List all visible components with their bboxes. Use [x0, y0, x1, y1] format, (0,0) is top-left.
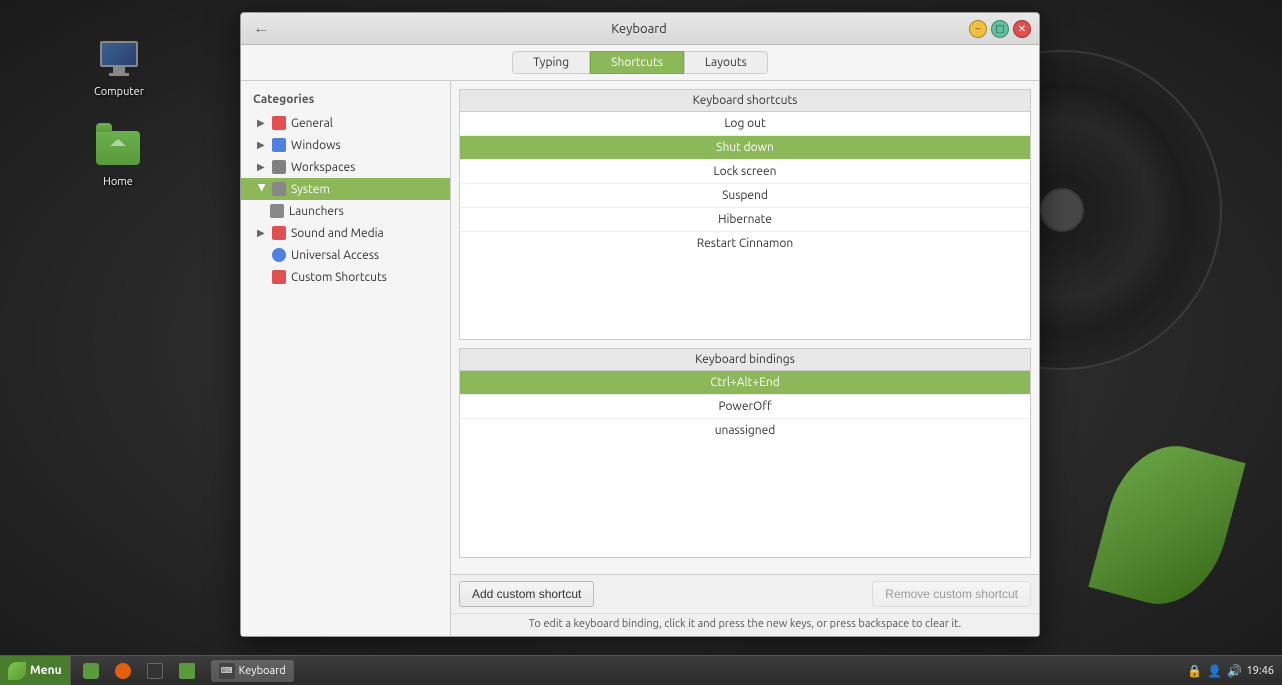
taskbar-filemanager-btn[interactable]	[75, 660, 107, 682]
table-row[interactable]: Ctrl+Alt+End	[460, 371, 1030, 395]
chevron-icon: ▶	[257, 184, 267, 194]
sidebar-item-windows[interactable]: ▶ Windows	[241, 134, 450, 156]
sidebar-item-custom-shortcuts[interactable]: Custom Shortcuts	[241, 266, 450, 288]
windows-icon	[271, 137, 287, 153]
bindings-table-body: Ctrl+Alt+End PowerOff unassigned	[460, 371, 1030, 442]
tables-section: Keyboard shortcuts Log out Shut down Loc…	[451, 81, 1039, 574]
chevron-icon: ▶	[257, 228, 267, 238]
sound-media-icon	[271, 225, 287, 241]
sidebar-item-general[interactable]: ▶ General	[241, 112, 450, 134]
tab-bar: Typing Shortcuts Layouts	[241, 45, 1039, 81]
table-row[interactable]: unassigned	[460, 419, 1030, 442]
sidebar-item-label: Windows	[291, 139, 341, 152]
chevron-icon: ▶	[257, 162, 267, 172]
clock: 19:46	[1246, 665, 1274, 677]
sidebar-item-launchers[interactable]: Launchers	[241, 200, 450, 222]
table-row[interactable]: Hibernate	[460, 208, 1030, 232]
sidebar: Categories ▶ General ▶ Windows	[241, 81, 451, 636]
user-icon[interactable]: 👤	[1206, 663, 1222, 679]
taskbar-menu-button[interactable]: Menu	[0, 656, 71, 685]
sidebar-item-sound-media[interactable]: ▶ Sound and Media	[241, 222, 450, 244]
bottom-buttons: Add custom shortcut Remove custom shortc…	[451, 574, 1039, 613]
taskbar: Menu ⌨ Keyboard	[0, 655, 1282, 685]
taskbar-active-window[interactable]: ⌨ Keyboard	[211, 660, 294, 682]
browser-icon	[115, 663, 131, 679]
volume-icon[interactable]: 🔊	[1226, 663, 1242, 679]
tab-shortcuts[interactable]: Shortcuts	[590, 51, 684, 74]
mint-leaf-decoration	[1088, 432, 1245, 618]
table-row[interactable]: Shut down	[460, 136, 1030, 160]
main-content: Keyboard shortcuts Log out Shut down Loc…	[451, 81, 1039, 636]
minimize-button[interactable]: –	[969, 20, 987, 38]
desktop-icon-computer[interactable]: Computer	[90, 30, 148, 102]
sidebar-item-label: Universal Access	[291, 249, 379, 262]
add-shortcut-button[interactable]: Add custom shortcut	[459, 581, 594, 607]
active-window-label: Keyboard	[239, 665, 286, 677]
table-row[interactable]: Log out	[460, 112, 1030, 136]
menu-label: Menu	[30, 664, 62, 677]
window-title: Keyboard	[309, 22, 969, 36]
tab-typing[interactable]: Typing	[512, 51, 590, 74]
maximize-button[interactable]: □	[991, 20, 1009, 38]
window-controls: – □ ✕	[969, 20, 1031, 38]
home-icon-label: Home	[103, 176, 133, 188]
shortcuts-table-body: Log out Shut down Lock screen Suspend Hi…	[460, 112, 1030, 255]
table-row[interactable]: PowerOff	[460, 395, 1030, 419]
sidebar-item-label: General	[291, 117, 333, 130]
remove-shortcut-button[interactable]: Remove custom shortcut	[872, 581, 1031, 607]
sidebar-item-workspaces[interactable]: ▶ Workspaces	[241, 156, 450, 178]
filemanager-icon	[83, 663, 99, 679]
table-row[interactable]: Restart Cinnamon	[460, 232, 1030, 255]
desktop-icon-home[interactable]: Home	[90, 120, 146, 192]
taskbar-browser-btn[interactable]	[107, 660, 139, 682]
bindings-table-header: Keyboard bindings	[460, 349, 1030, 371]
sidebar-item-label: Sound and Media	[291, 227, 384, 240]
sidebar-item-label: Workspaces	[291, 161, 355, 174]
mint-logo-icon	[8, 662, 26, 680]
custom-shortcuts-icon	[271, 269, 287, 285]
window-body: Categories ▶ General ▶ Windows	[241, 81, 1039, 636]
chevron-icon: ▶	[257, 118, 267, 128]
close-button[interactable]: ✕	[1013, 20, 1031, 38]
taskbar-terminal-btn[interactable]	[139, 660, 171, 682]
launchers-icon	[269, 203, 285, 219]
workspaces-icon	[271, 159, 287, 175]
sidebar-item-label: Launchers	[289, 205, 344, 218]
keyboard-window-icon: ⌨	[219, 663, 235, 679]
help-text: To edit a keyboard binding, click it and…	[451, 613, 1039, 636]
shortcuts-table: Keyboard shortcuts Log out Shut down Loc…	[459, 89, 1031, 340]
taskbar-right: 🔒 👤 🔊 19:46	[1178, 663, 1282, 679]
sidebar-item-universal-access[interactable]: Universal Access	[241, 244, 450, 266]
sidebar-item-system[interactable]: ▶ System	[241, 178, 450, 200]
back-button[interactable]: ←	[249, 20, 273, 38]
network-icon[interactable]: 🔒	[1186, 663, 1202, 679]
home-folder-icon	[94, 124, 142, 172]
computer-icon	[95, 34, 143, 82]
taskbar-items: ⌨ Keyboard	[71, 656, 1179, 685]
system-icon	[271, 181, 287, 197]
bindings-table: Keyboard bindings Ctrl+Alt+End PowerOff …	[459, 348, 1031, 558]
sidebar-item-label: System	[291, 183, 330, 196]
table-row[interactable]: Lock screen	[460, 160, 1030, 184]
titlebar: ← Keyboard – □ ✕	[241, 13, 1039, 45]
shortcuts-table-header: Keyboard shortcuts	[460, 90, 1030, 112]
desktop: Computer Home ← Keyboard – □ ✕ Typin	[0, 0, 1282, 685]
chevron-icon: ▶	[257, 140, 267, 150]
tab-layouts[interactable]: Layouts	[684, 51, 768, 74]
general-icon	[271, 115, 287, 131]
computer-icon-label: Computer	[94, 86, 144, 98]
keyboard-window: ← Keyboard – □ ✕ Typing Shortcuts Layout…	[240, 12, 1040, 637]
files-icon	[179, 663, 195, 679]
sidebar-header: Categories	[241, 89, 450, 112]
universal-access-icon	[271, 247, 287, 263]
terminal-icon	[147, 663, 163, 679]
sidebar-item-label: Custom Shortcuts	[291, 271, 387, 284]
taskbar-files-btn[interactable]	[171, 660, 203, 682]
table-row[interactable]: Suspend	[460, 184, 1030, 208]
